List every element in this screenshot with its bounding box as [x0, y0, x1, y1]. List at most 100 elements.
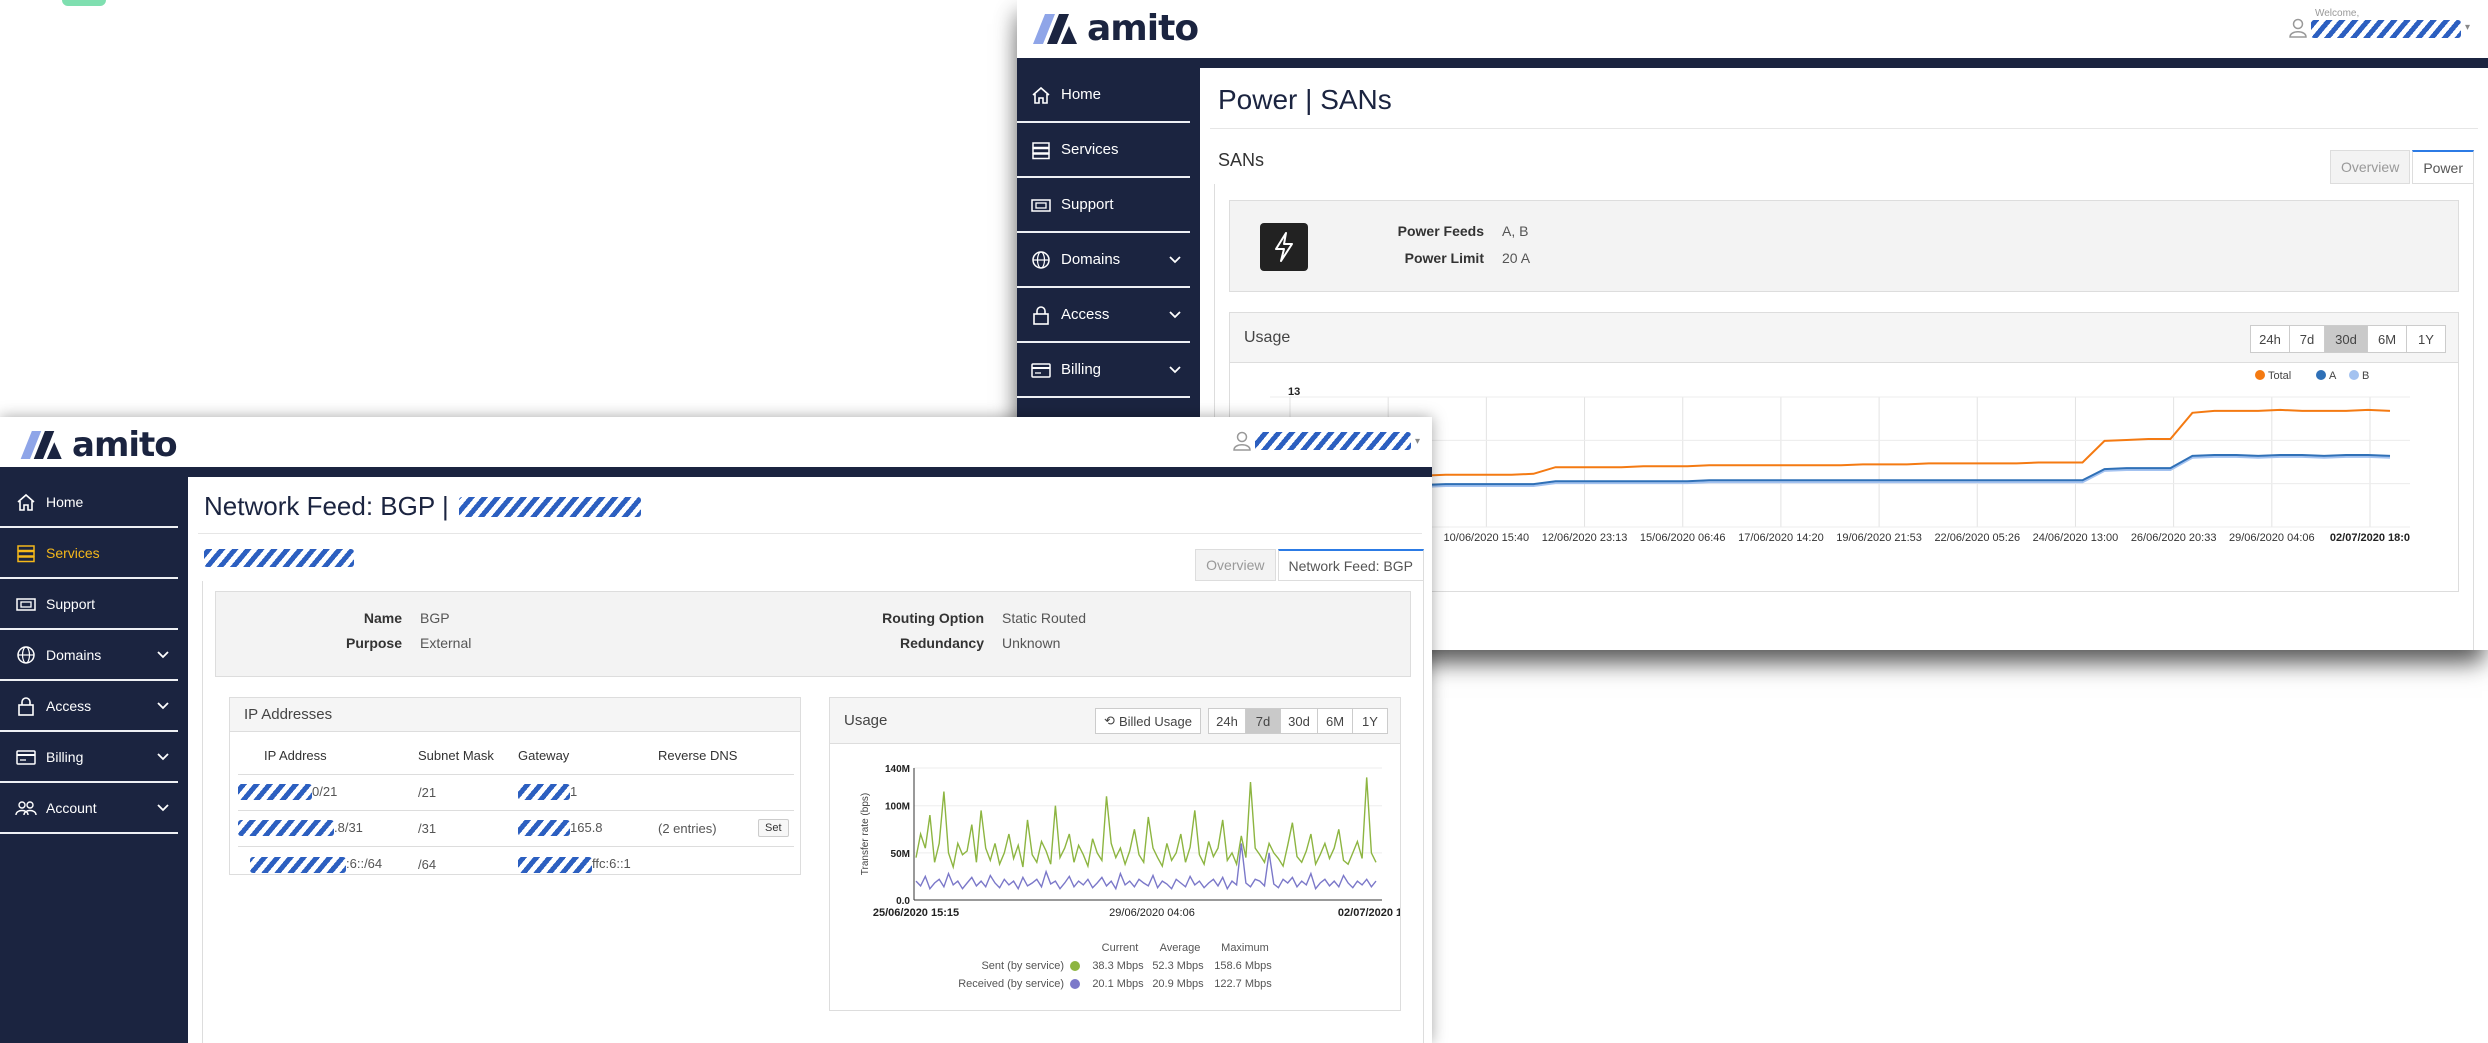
stats-row: Sent (by service) 38.3 Mbps 52.3 Mbps 158.6…: [830, 960, 1400, 972]
redacted-ip: [250, 856, 346, 873]
legend-label-total: Total: [2268, 370, 2291, 382]
sidebar-item-domains[interactable]: Domains: [0, 630, 178, 681]
sidebar-item-domains[interactable]: Domains: [1017, 233, 1190, 288]
tab-overview[interactable]: Overview: [1195, 549, 1276, 581]
sidebar-item-access[interactable]: Access: [0, 681, 178, 732]
x-tick-label: 26/06/2020 20:33: [2131, 532, 2217, 544]
sidebar-item-billing[interactable]: Billing: [1017, 343, 1190, 398]
home-icon: [14, 491, 38, 513]
y-tick-label: 140M: [885, 764, 910, 775]
user-menu[interactable]: ▾: [1233, 431, 1420, 451]
card-icon: [14, 746, 38, 768]
x-tick-label: 15/06/2020 06:46: [1640, 532, 1726, 544]
y-tick-label: 13: [1288, 386, 1300, 398]
usage-title: Usage: [844, 712, 888, 729]
nav-stripe: [1017, 58, 2488, 68]
sidebar-item-home[interactable]: Home: [1017, 68, 1190, 123]
sidebar-item-services[interactable]: Services: [0, 528, 178, 579]
series-line-total: [1270, 408, 2391, 480]
bandwidth-chart: 140M 100M 50M 0.0 Transfer rate (bps) 25/06/2…: [860, 764, 1400, 919]
power-feeds-label: Power Feeds: [1397, 223, 1484, 239]
range-7d-button[interactable]: 7d: [1245, 708, 1281, 734]
range-1y-button[interactable]: 1Y: [2406, 325, 2446, 353]
corner-decoration: [62, 0, 106, 6]
sidebar: Home Services Support Domains Access Billing A…: [0, 477, 188, 1043]
sidebar-item-label: Access: [46, 697, 92, 714]
tab-power[interactable]: Power: [2412, 150, 2474, 184]
mask-cell: /21: [418, 773, 518, 810]
gateway-suffix: 1: [570, 783, 578, 799]
globe-icon: [14, 644, 38, 666]
ip-addresses-panel: IP Addresses IP Address Subnet Mask Gate…: [229, 697, 801, 882]
page-title: Network Feed: BGP |: [204, 491, 641, 522]
x-tick-label: 02/07/2020 18:0: [2330, 532, 2410, 544]
divider: [1210, 128, 2478, 129]
sidebar-item-access[interactable]: Access: [1017, 288, 1190, 343]
table-row: 0/21 /21 1: [238, 773, 794, 810]
table-header-row: IP Address Subnet Mask Gateway Reverse D…: [238, 738, 794, 774]
ip-panel-header: IP Addresses: [230, 698, 800, 732]
user-menu[interactable]: Welcome, ▾: [2289, 8, 2470, 43]
redacted-subtitle: [204, 549, 354, 567]
home-icon: [1029, 84, 1053, 106]
billed-usage-label: Billed Usage: [1118, 713, 1192, 729]
nav-stripe: [0, 467, 1432, 477]
range-30d-button[interactable]: 30d: [2324, 325, 2368, 353]
range-24h-button[interactable]: 24h: [2250, 325, 2290, 353]
power-limit-row: Power Limit 20 A: [1380, 250, 1530, 266]
set-rdns-button[interactable]: Set: [758, 819, 789, 837]
chevron-down-icon: [1169, 365, 1181, 373]
redacted-ip: [238, 784, 312, 801]
y-axis-label: Transfer rate (bps): [860, 793, 871, 875]
range-30d-button[interactable]: 30d: [1280, 708, 1318, 734]
y-tick-label: 50M: [891, 849, 910, 860]
sidebar-item-label: Support: [1061, 196, 1114, 213]
top-bar: amito ▾: [0, 417, 1432, 467]
range-selector: ⟲ Billed Usage 24h 7d 30d 6M 1Y: [1095, 708, 1388, 734]
stats-header: Current: [1101, 942, 1139, 954]
ip-cell: 0/21: [238, 773, 418, 810]
chevron-down-icon: ▾: [1414, 435, 1420, 447]
sidebar-item-home[interactable]: Home: [0, 477, 178, 528]
stats-header-row: Current Average Maximum: [830, 942, 1400, 954]
chevron-down-icon: [1169, 310, 1181, 318]
support-icon: [14, 593, 38, 615]
sidebar-item-support[interactable]: Support: [1017, 178, 1190, 233]
legend-marker-a: [2316, 370, 2326, 380]
ip-suffix: :6::/64: [346, 855, 383, 871]
gateway-cell: ffc:6::1: [518, 845, 658, 882]
sidebar-item-account[interactable]: Account: [0, 783, 178, 834]
sidebar-item-billing[interactable]: Billing: [0, 732, 178, 783]
table-row: :6::/64 /64 ffc:6::1: [238, 845, 794, 882]
power-info-box: Power Feeds A, B Power Limit 20 A: [1229, 200, 2459, 292]
lightning-icon: [1260, 223, 1308, 271]
support-icon: [1029, 194, 1053, 216]
chevron-down-icon: [157, 803, 169, 811]
services-icon: [14, 542, 38, 564]
sidebar-item-services[interactable]: Services: [1017, 123, 1190, 178]
amito-logo[interactable]: amito: [20, 425, 178, 465]
range-6m-button[interactable]: 6M: [2367, 325, 2407, 353]
logo-text: amito: [1087, 8, 1199, 49]
range-24h-button[interactable]: 24h: [1208, 708, 1246, 734]
sidebar-item-label: Home: [1061, 86, 1102, 103]
range-6m-button[interactable]: 6M: [1317, 708, 1353, 734]
stats-average: 20.9 Mbps: [1152, 978, 1204, 990]
tab-network-feed-bgp[interactable]: Network Feed: BGP: [1277, 549, 1424, 581]
stats-current: 38.3 Mbps: [1092, 960, 1144, 972]
tab-overview[interactable]: Overview: [2329, 150, 2411, 184]
page-title-text: Network Feed: BGP |: [204, 491, 449, 521]
sidebar-item-support[interactable]: Support: [0, 579, 178, 630]
billed-usage-button[interactable]: ⟲ Billed Usage: [1095, 708, 1201, 734]
amito-logo[interactable]: amito: [1033, 8, 1199, 49]
legend-label-b: B: [2362, 370, 2369, 382]
power-feeds-value: A, B: [1502, 223, 1529, 239]
range-1y-button[interactable]: 1Y: [1352, 708, 1388, 734]
x-tick-label: 29/06/2020 04:06: [2229, 532, 2315, 544]
series-swatch: [1070, 961, 1080, 971]
ip-cell: :6::/64: [238, 845, 418, 882]
rdns-cell: [658, 773, 758, 810]
top-bar: amito Welcome, ▾: [1017, 0, 2488, 58]
range-7d-button[interactable]: 7d: [2289, 325, 2325, 353]
sidebar-item-label: Services: [46, 544, 100, 561]
